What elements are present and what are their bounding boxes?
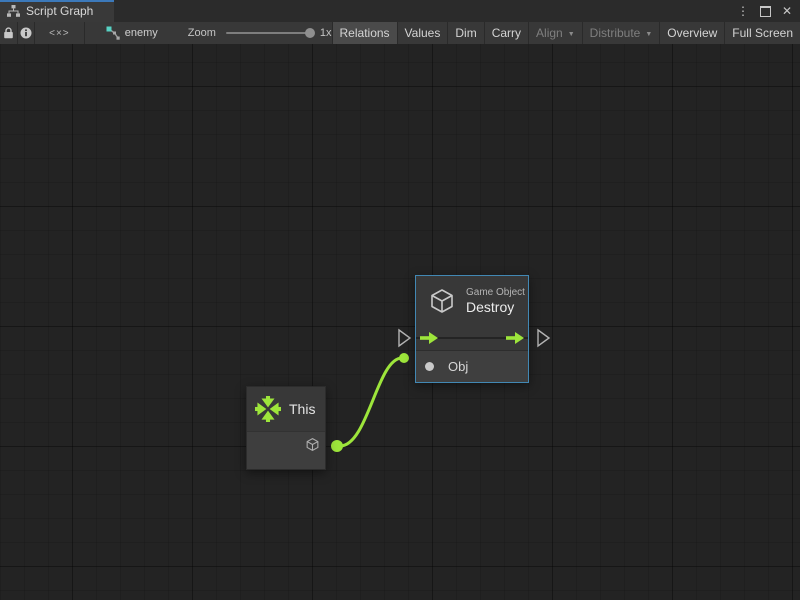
zoom-control: Zoom 1x bbox=[188, 22, 332, 44]
zoom-label: Zoom bbox=[188, 27, 216, 39]
graph-window: Script Graph ⋮ ✕ bbox=[0, 0, 800, 600]
control-input-triangle-icon[interactable] bbox=[399, 330, 410, 346]
graph-toolbar: <×> enemy Zoom 1x Relations Values bbox=[0, 22, 800, 44]
node-destroy-header: Game Object Destroy bbox=[416, 276, 528, 326]
node-this-header: This bbox=[247, 387, 325, 431]
values-button[interactable]: Values bbox=[397, 22, 448, 44]
chevron-down-icon: ▼ bbox=[568, 31, 575, 38]
tab-label: Script Graph bbox=[26, 4, 93, 18]
connection-layer bbox=[0, 44, 800, 600]
close-icon[interactable]: ✕ bbox=[782, 0, 792, 22]
window-controls: ⋮ ✕ bbox=[737, 0, 792, 22]
view-buttons: Relations Values Dim Carry Align ▼ Distr… bbox=[332, 22, 800, 44]
info-icon bbox=[20, 27, 32, 39]
info-button[interactable] bbox=[18, 22, 36, 44]
node-this-body bbox=[247, 432, 325, 469]
maximize-icon[interactable] bbox=[760, 6, 771, 17]
control-output-triangle-icon[interactable] bbox=[538, 330, 549, 346]
code-preview-button[interactable]: <×> bbox=[35, 22, 84, 44]
graph-canvas[interactable]: Game Object Destroy bbox=[0, 44, 800, 600]
node-destroy[interactable]: Game Object Destroy bbox=[415, 275, 529, 383]
full-screen-button[interactable]: Full Screen bbox=[724, 22, 800, 44]
cube-icon bbox=[428, 287, 456, 315]
lock-button[interactable] bbox=[0, 22, 18, 44]
lock-icon bbox=[3, 27, 14, 39]
chevron-down-icon: ▼ bbox=[645, 31, 652, 38]
tab-bar: Script Graph ⋮ ✕ bbox=[0, 0, 800, 22]
control-port-row bbox=[416, 326, 528, 350]
obj-port-row: Obj bbox=[416, 351, 528, 382]
angle-brackets-x-icon: <×> bbox=[49, 28, 70, 39]
zoom-slider[interactable] bbox=[226, 32, 312, 34]
distribute-dropdown[interactable]: Distribute ▼ bbox=[582, 22, 660, 44]
zoom-value: 1x bbox=[320, 27, 332, 39]
node-this[interactable]: This bbox=[246, 386, 326, 470]
overview-button[interactable]: Overview bbox=[659, 22, 724, 44]
breadcrumb-label: enemy bbox=[125, 27, 158, 39]
align-dropdown[interactable]: Align ▼ bbox=[528, 22, 582, 44]
this-converge-arrows-icon bbox=[255, 396, 281, 422]
connection-start-dot bbox=[331, 440, 343, 452]
value-connection-wire bbox=[340, 358, 402, 446]
script-graph-asset-icon bbox=[106, 26, 120, 40]
connection-end-dot bbox=[399, 353, 409, 363]
zoom-slider-handle[interactable] bbox=[305, 28, 315, 38]
relations-button[interactable]: Relations bbox=[332, 22, 397, 44]
tab-script-graph[interactable]: Script Graph bbox=[0, 0, 114, 22]
hierarchy-icon bbox=[7, 5, 20, 17]
dim-button[interactable]: Dim bbox=[447, 22, 483, 44]
kebab-menu-icon[interactable]: ⋮ bbox=[737, 0, 749, 22]
carry-button[interactable]: Carry bbox=[484, 22, 528, 44]
breadcrumb[interactable]: enemy bbox=[100, 22, 164, 44]
node-category: Game Object bbox=[466, 287, 525, 299]
control-output-arrow-icon[interactable] bbox=[506, 332, 524, 344]
node-title: This bbox=[289, 401, 315, 417]
toolbar-spacer bbox=[85, 22, 100, 44]
control-input-arrow-icon[interactable] bbox=[420, 332, 438, 344]
obj-port-dot[interactable] bbox=[425, 362, 434, 371]
node-title: Destroy bbox=[466, 299, 525, 315]
self-output-port-cube-icon[interactable] bbox=[305, 437, 320, 452]
obj-port-label: Obj bbox=[448, 359, 468, 374]
